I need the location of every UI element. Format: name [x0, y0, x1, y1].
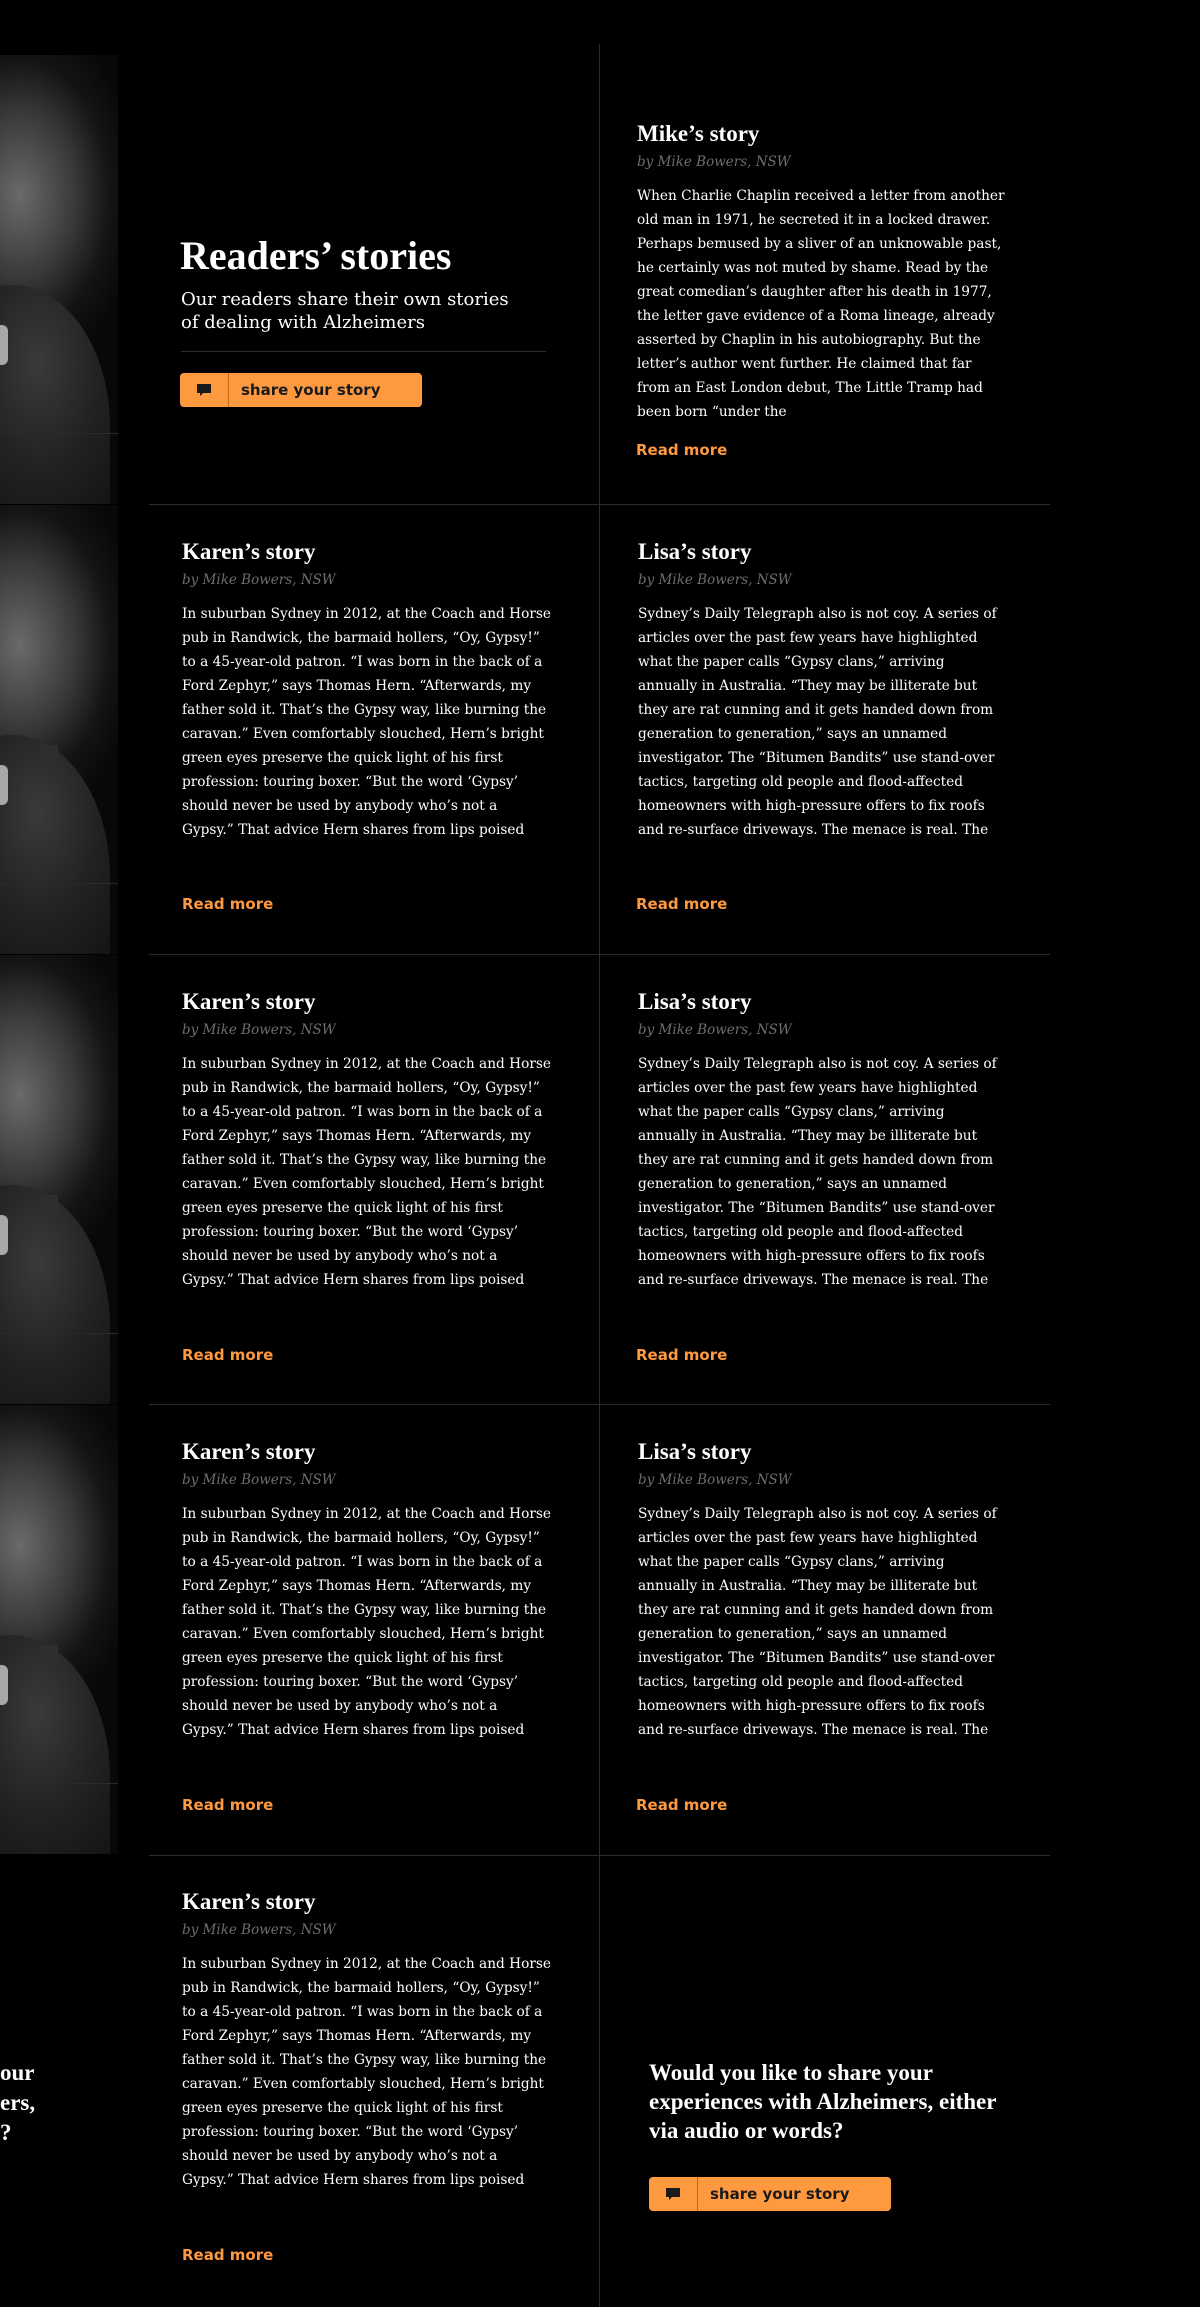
share-story-label: share your story	[710, 2185, 850, 2203]
story-excerpt: In suburban Sydney in 2012, at the Coach…	[182, 1956, 551, 2188]
page-subtitle: Our readers share their own stories of d…	[181, 289, 509, 333]
story-card: Karen’s story by Mike Bowers, NSW In sub…	[182, 1888, 552, 2192]
cutoff-question-text: our ers, ?	[0, 2060, 36, 2145]
story-byline: by Mike Bowers, NSW	[638, 572, 792, 588]
story-byline: by Mike Bowers, NSW	[638, 1472, 792, 1488]
column-divider	[599, 44, 600, 2307]
story-byline: by Mike Bowers, NSW	[637, 154, 791, 170]
story-byline: by Mike Bowers, NSW	[638, 1022, 792, 1038]
row-divider	[149, 954, 1050, 955]
story-card: Karen’s story by Mike Bowers, NSW In sub…	[182, 988, 552, 1292]
row-divider	[149, 1404, 1050, 1405]
story-card: Lisa’s story by Mike Bowers, NSW Sydney’…	[638, 988, 1008, 1292]
story-card: Karen’s story by Mike Bowers, NSW In sub…	[182, 538, 552, 842]
story-title: Karen’s story	[182, 539, 316, 564]
read-more-link[interactable]: Read more	[636, 895, 727, 913]
story-byline: by Mike Bowers, NSW	[182, 1022, 336, 1038]
story-title: Lisa’s story	[638, 539, 752, 564]
read-more-link[interactable]: Read more	[636, 1346, 727, 1364]
story-excerpt: In suburban Sydney in 2012, at the Coach…	[182, 606, 551, 838]
story-card: Lisa’s story by Mike Bowers, NSW Sydney’…	[638, 538, 1008, 842]
speech-bubble-icon	[649, 2177, 698, 2211]
story-card: Karen’s story by Mike Bowers, NSW In sub…	[182, 1438, 552, 1742]
story-excerpt: Sydney’s Daily Telegraph also is not coy…	[638, 1506, 997, 1738]
speech-bubble-icon	[180, 373, 229, 407]
read-more-link[interactable]: Read more	[182, 1796, 273, 1814]
story-excerpt: In suburban Sydney in 2012, at the Coach…	[182, 1056, 551, 1288]
read-more-link[interactable]: Read more	[182, 895, 273, 913]
reader-photo	[0, 955, 118, 1404]
share-story-button[interactable]: share your story	[649, 2177, 891, 2211]
reader-photo	[0, 505, 118, 954]
row-divider	[149, 504, 1050, 505]
read-more-link[interactable]: Read more	[182, 2246, 273, 2264]
story-byline: by Mike Bowers, NSW	[182, 572, 336, 588]
story-title: Karen’s story	[182, 989, 316, 1014]
story-title: Lisa’s story	[638, 1439, 752, 1464]
story-excerpt: When Charlie Chaplin received a letter f…	[637, 188, 1005, 420]
story-title: Karen’s story	[182, 1439, 316, 1464]
story-byline: by Mike Bowers, NSW	[182, 1472, 336, 1488]
share-story-label: share your story	[241, 381, 381, 399]
read-more-link[interactable]: Read more	[636, 441, 727, 459]
reader-photo	[0, 1405, 118, 1854]
row-divider	[149, 1855, 1050, 1856]
story-title: Lisa’s story	[638, 989, 752, 1014]
read-more-link[interactable]: Read more	[636, 1796, 727, 1814]
reader-photo	[0, 55, 118, 504]
story-title: Mike’s story	[637, 121, 760, 146]
read-more-link[interactable]: Read more	[182, 1346, 273, 1364]
story-title: Karen’s story	[182, 1889, 316, 1914]
story-card: Mike’s story by Mike Bowers, NSW When Ch…	[637, 120, 1007, 424]
story-card: Lisa’s story by Mike Bowers, NSW Sydney’…	[638, 1438, 1008, 1742]
story-excerpt: In suburban Sydney in 2012, at the Coach…	[182, 1506, 551, 1738]
story-excerpt: Sydney’s Daily Telegraph also is not coy…	[638, 1056, 997, 1288]
intro-divider	[181, 351, 546, 352]
share-story-button[interactable]: share your story	[180, 373, 422, 407]
page-title: Readers’ stories	[180, 233, 452, 278]
story-excerpt: Sydney’s Daily Telegraph also is not coy…	[638, 606, 997, 838]
cta-question: Would you like to share your experiences…	[649, 2060, 997, 2143]
story-byline: by Mike Bowers, NSW	[182, 1922, 336, 1938]
